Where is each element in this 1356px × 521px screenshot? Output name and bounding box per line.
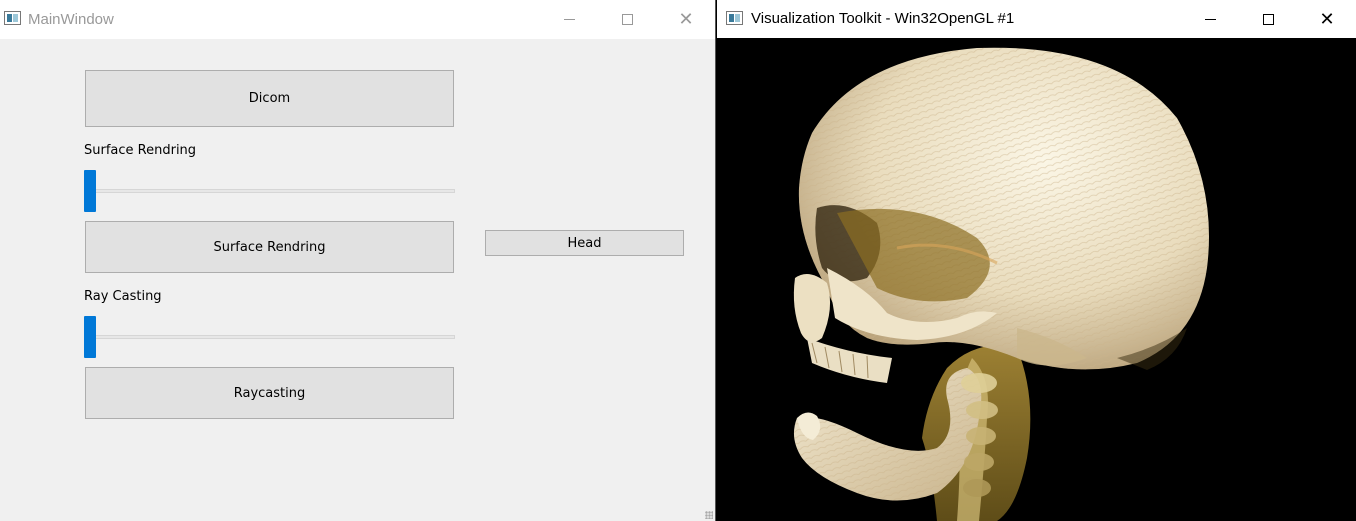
vtk-app-icon — [726, 11, 743, 25]
close-button[interactable]: ✕ — [1298, 0, 1356, 38]
close-button[interactable]: ✕ — [657, 0, 715, 39]
main-window-titlebar[interactable]: MainWindow ✕ — [0, 0, 715, 39]
maximize-icon — [1262, 13, 1274, 25]
render-viewport[interactable] — [717, 38, 1356, 521]
main-window: MainWindow ✕ Dicom Surface Rendring Surf… — [0, 0, 716, 521]
dicom-button[interactable]: Dicom — [85, 70, 454, 127]
main-window-title: MainWindow — [28, 11, 114, 28]
slider-handle[interactable] — [84, 170, 96, 212]
slider-groove — [84, 189, 455, 193]
vtk-render-window: Visualization Toolkit - Win32OpenGL #1 ✕ — [717, 0, 1356, 521]
minimize-icon — [563, 19, 575, 20]
close-icon: ✕ — [1319, 8, 1335, 29]
qt-app-icon — [4, 11, 21, 25]
maximize-button[interactable] — [1239, 0, 1297, 38]
close-icon: ✕ — [678, 9, 694, 29]
slider-groove — [84, 335, 455, 339]
vtk-window-titlebar[interactable]: Visualization Toolkit - Win32OpenGL #1 ✕ — [717, 0, 1356, 38]
surface-rendering-slider[interactable] — [84, 170, 455, 212]
surface-rendering-label: Surface Rendring — [84, 143, 197, 158]
surface-rendering-button[interactable]: Surface Rendring — [85, 221, 454, 273]
maximize-button[interactable] — [598, 0, 656, 39]
minimize-button[interactable] — [1181, 0, 1239, 38]
slider-handle[interactable] — [84, 316, 96, 358]
skull-volume-render — [793, 47, 1209, 521]
minimize-button[interactable] — [540, 0, 598, 39]
minimize-icon — [1204, 18, 1216, 20]
maximize-icon — [621, 14, 633, 25]
desktop: MainWindow ✕ Dicom Surface Rendring Surf… — [0, 0, 1356, 521]
vtk-window-title: Visualization Toolkit - Win32OpenGL #1 — [751, 10, 1015, 27]
resize-grip[interactable] — [705, 511, 713, 519]
raycasting-button[interactable]: Raycasting — [85, 367, 454, 419]
head-button[interactable]: Head — [485, 230, 684, 256]
ray-casting-label: Ray Casting — [84, 289, 162, 304]
ray-casting-slider[interactable] — [84, 316, 455, 358]
